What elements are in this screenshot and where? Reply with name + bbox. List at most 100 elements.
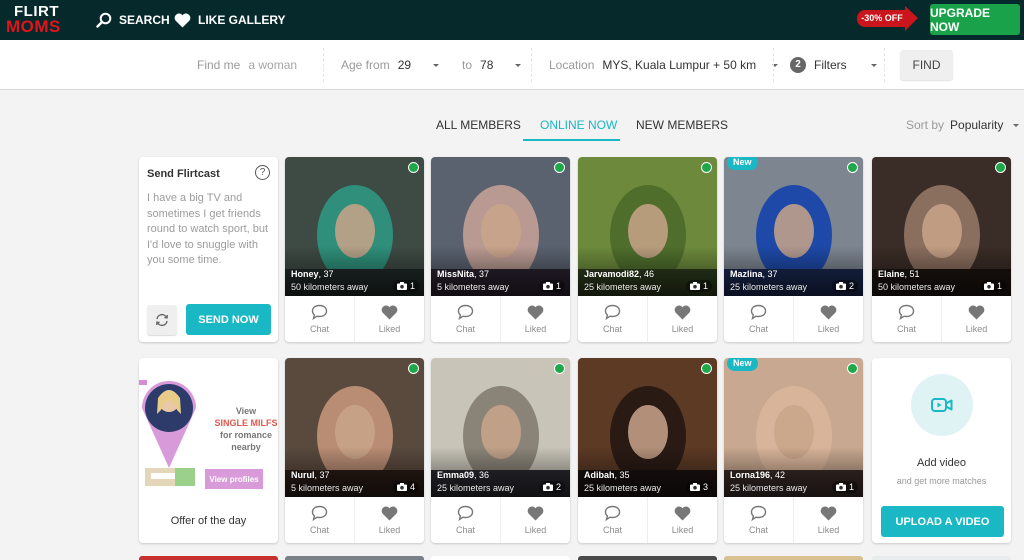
online-status-dot (554, 363, 565, 374)
profile-card[interactable]: Adibah, 35 25 kilometers away 3 Chat Lik… (578, 358, 717, 543)
profile-photo[interactable]: MissNita, 37 5 kilometers away 1 (431, 157, 570, 296)
online-status-dot (408, 162, 419, 173)
online-status-dot (847, 162, 858, 173)
discount-text: -30% OFF (857, 10, 907, 27)
profile-card[interactable]: Nurul, 37 5 kilometers away 4 Chat Liked (285, 358, 424, 543)
tab-new-members[interactable]: NEW MEMBERS (636, 118, 728, 140)
photo-count[interactable]: 1 (538, 280, 565, 292)
find-me-select[interactable]: Find me a woman (197, 40, 297, 90)
photo-count-value: 4 (409, 482, 415, 492)
chat-bubble-icon (311, 505, 328, 521)
profile-photo[interactable]: Jarvamodi82, 46 25 kilometers away 1 (578, 157, 717, 296)
liked-button[interactable]: Liked (793, 296, 863, 342)
liked-button[interactable]: Liked (647, 296, 717, 342)
profile-photo[interactable]: New Lorna196, 42 25 kilometers away 1 (724, 358, 863, 497)
profile-photo[interactable]: Nurul, 37 5 kilometers away 4 (285, 358, 424, 497)
help-icon[interactable]: ? (255, 165, 270, 180)
location-select[interactable]: Location MYS, Kuala Lumpur + 50 km (549, 40, 779, 90)
profile-card[interactable]: New Mazlina, 37 25 kilometers away 2 Cha… (724, 157, 863, 342)
liked-button[interactable]: Liked (941, 296, 1011, 342)
nav-like-gallery[interactable]: LIKE GALLERY (174, 0, 286, 40)
profile-card[interactable]: New Lorna196, 42 25 kilometers away 1 Ch… (724, 358, 863, 543)
photo-count[interactable]: 1 (979, 280, 1006, 292)
profile-photo[interactable]: Elaine, 51 50 kilometers away 1 (872, 157, 1011, 296)
profile-name-age: Nurul, 37 (291, 470, 330, 480)
profile-photo[interactable]: Emma09, 36 25 kilometers away 2 (431, 358, 570, 497)
video-icon-circle (911, 374, 973, 436)
chat-bubble-icon (457, 505, 474, 521)
profile-name: Emma09 (437, 470, 475, 480)
refresh-message-button[interactable] (147, 305, 177, 335)
profile-actions: Chat Liked (578, 497, 717, 543)
divider (323, 48, 324, 82)
photo-count[interactable]: 1 (685, 280, 712, 292)
upload-video-button[interactable]: UPLOAD A VIDEO (881, 506, 1004, 537)
profile-age: , 37 (474, 269, 490, 279)
profile-card[interactable]: MissNita, 37 5 kilometers away 1 Chat Li… (431, 157, 570, 342)
chat-button[interactable]: Chat (285, 296, 354, 342)
chat-button[interactable]: Chat (724, 497, 793, 543)
flirtcast-card: Send Flirtcast ? I have a big TV and som… (139, 157, 278, 342)
liked-button[interactable]: Liked (354, 296, 424, 342)
liked-button[interactable]: Liked (647, 497, 717, 543)
offer-line-2: for romance nearby (219, 430, 272, 452)
profile-photo[interactable]: New Mazlina, 37 25 kilometers away 2 (724, 157, 863, 296)
chat-button[interactable]: Chat (285, 497, 354, 543)
camera-icon (542, 483, 553, 491)
tab-all-members[interactable]: ALL MEMBERS (436, 118, 521, 140)
liked-button[interactable]: Liked (500, 497, 570, 543)
profile-distance: 25 kilometers away (584, 282, 662, 292)
chat-button[interactable]: Chat (872, 296, 941, 342)
search-filter-bar: Find me a woman Age from 29 to 78 Locati… (0, 40, 1024, 90)
liked-button[interactable]: Liked (500, 296, 570, 342)
search-icon (96, 12, 112, 28)
new-badge: New (727, 157, 758, 170)
profile-age: , 42 (770, 470, 786, 480)
chat-button[interactable]: Chat (724, 296, 793, 342)
age-from-select[interactable]: Age from 29 (341, 40, 440, 90)
find-button[interactable]: FIND (900, 50, 953, 80)
photo-count[interactable]: 1 (831, 481, 858, 493)
view-profiles-button[interactable]: View profiles (205, 469, 263, 489)
profile-distance: 5 kilometers away (437, 282, 510, 292)
chevron-down-icon (433, 63, 440, 67)
camera-icon (689, 483, 700, 491)
photo-count[interactable]: 2 (831, 280, 858, 292)
tab-online-now[interactable]: ONLINE NOW (540, 118, 617, 140)
logo[interactable]: FLIRT MOMS (6, 4, 78, 36)
profile-distance: 25 kilometers away (584, 483, 662, 493)
filters-select[interactable]: 2 Filters (790, 40, 877, 90)
nav-search[interactable]: SEARCH (96, 0, 170, 40)
profile-actions: Chat Liked (578, 296, 717, 342)
send-now-button[interactable]: SEND NOW (186, 304, 271, 335)
photo-count[interactable]: 2 (538, 481, 565, 493)
next-row-card (285, 556, 424, 560)
offer-title: Offer of the day (170, 515, 247, 527)
chat-button[interactable]: Chat (431, 296, 500, 342)
photo-count[interactable]: 1 (392, 280, 419, 292)
profile-name-age: MissNita, 37 (437, 269, 489, 279)
age-to-select[interactable]: to 78 (462, 40, 522, 90)
chat-button[interactable]: Chat (578, 497, 647, 543)
liked-button[interactable]: Liked (793, 497, 863, 543)
profile-photo[interactable]: Adibah, 35 25 kilometers away 3 (578, 358, 717, 497)
profile-photo[interactable]: Honey, 37 50 kilometers away 1 (285, 157, 424, 296)
photo-count-value: 2 (848, 281, 854, 291)
chat-button[interactable]: Chat (578, 296, 647, 342)
arrow-right-icon (905, 6, 918, 31)
upgrade-now-button[interactable]: UPGRADE NOW (930, 4, 1020, 35)
online-status-dot (554, 162, 565, 173)
profile-card[interactable]: Elaine, 51 50 kilometers away 1 Chat Lik… (872, 157, 1011, 342)
chat-label: Chat (455, 324, 475, 334)
profile-card[interactable]: Jarvamodi82, 46 25 kilometers away 1 Cha… (578, 157, 717, 342)
photo-count[interactable]: 3 (685, 481, 712, 493)
chat-button[interactable]: Chat (431, 497, 500, 543)
photo-count-value: 1 (409, 281, 415, 291)
profile-card[interactable]: Emma09, 36 25 kilometers away 2 Chat Lik… (431, 358, 570, 543)
camera-icon (835, 282, 846, 290)
photo-count[interactable]: 4 (392, 481, 419, 493)
sort-select[interactable]: Sort by Popularity (906, 118, 1020, 132)
liked-button[interactable]: Liked (354, 497, 424, 543)
offer-of-the-day-card[interactable]: View SINGLE MILFS for romance nearby Vie… (139, 358, 278, 543)
profile-card[interactable]: Honey, 37 50 kilometers away 1 Chat Like… (285, 157, 424, 342)
